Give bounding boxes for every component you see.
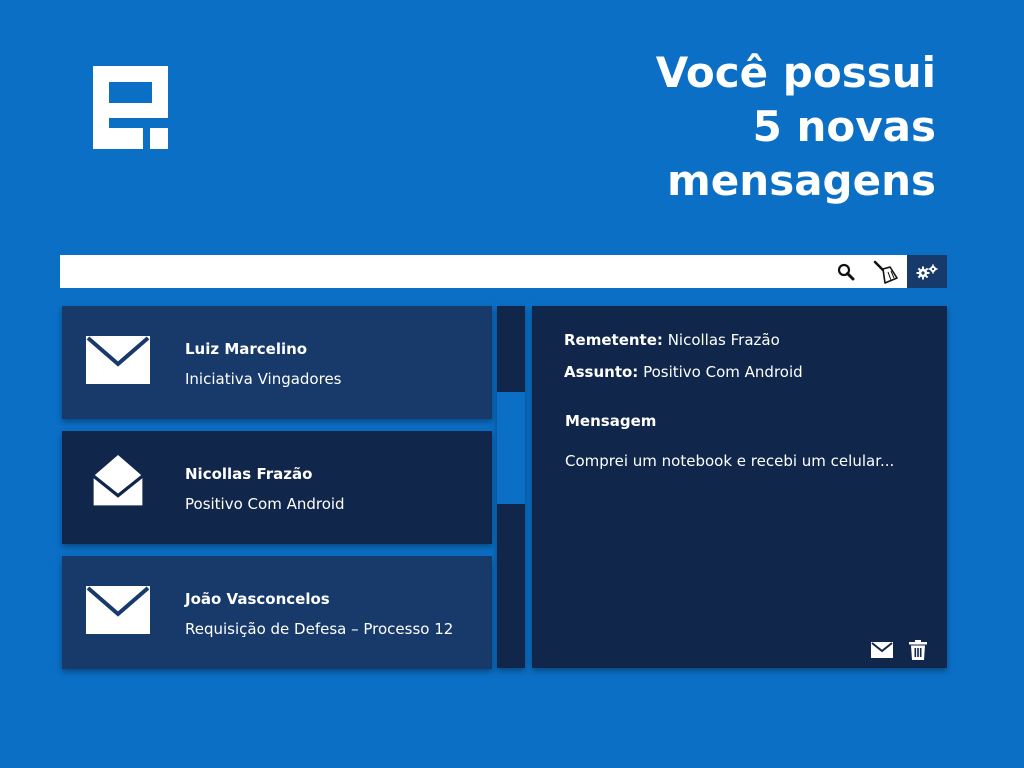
search-input[interactable] [60, 255, 830, 288]
envelope-icon [871, 642, 893, 658]
message-subject: Positivo Com Android [185, 495, 345, 513]
message-body: Comprei um notebook e recebi um celular.… [565, 452, 895, 470]
message-item-joao-vasconcelos[interactable]: João Vasconcelos Requisição de Defesa – … [62, 556, 492, 669]
subject-value: Positivo Com Android [643, 363, 803, 381]
settings-button[interactable] [907, 255, 947, 288]
subject-label: Assunto: [564, 363, 639, 381]
message-item-luiz-marcelino[interactable]: Luiz Marcelino Iniciativa Vingadores [62, 306, 492, 419]
broom-icon [873, 260, 898, 284]
envelope-closed-icon [86, 336, 150, 384]
logo-icon [93, 66, 168, 149]
search-bar [60, 255, 947, 288]
message-subject: Iniciativa Vingadores [185, 370, 342, 388]
envelope-closed-icon [86, 586, 150, 634]
sender-row: Remetente: Nicollas Frazão [564, 331, 780, 349]
clear-button[interactable] [870, 255, 900, 288]
headline-line-3: mensagens [667, 156, 936, 205]
message-list-scrollbar[interactable] [497, 306, 525, 668]
message-label: Mensagem [565, 412, 657, 430]
search-button[interactable] [832, 255, 860, 288]
delete-button[interactable] [907, 640, 929, 660]
headline-line-2: 5 novas [752, 102, 936, 151]
sender-value: Nicollas Frazão [667, 331, 780, 349]
detail-actions [871, 640, 929, 660]
sender-name: João Vasconcelos [185, 590, 330, 608]
search-icon [837, 263, 855, 280]
headline-line-1: Você possui [655, 48, 936, 97]
message-subject: Requisição de Defesa – Processo 12 [185, 620, 454, 638]
gears-icon [916, 264, 938, 279]
scrollbar-thumb[interactable] [497, 392, 525, 504]
message-item-nicollas-frazao[interactable]: Nicollas Frazão Positivo Com Android [62, 431, 492, 544]
sender-label: Remetente: [564, 331, 663, 349]
envelope-open-icon [92, 455, 144, 506]
message-detail-panel: Remetente: Nicollas Frazão Assunto: Posi… [532, 306, 947, 668]
subject-row: Assunto: Positivo Com Android [564, 363, 803, 381]
sender-name: Luiz Marcelino [185, 340, 308, 358]
page-title: Você possui 5 novas mensagens [656, 46, 936, 208]
trash-icon [909, 640, 927, 660]
sender-name: Nicollas Frazão [185, 465, 313, 483]
reply-button[interactable] [871, 640, 893, 660]
